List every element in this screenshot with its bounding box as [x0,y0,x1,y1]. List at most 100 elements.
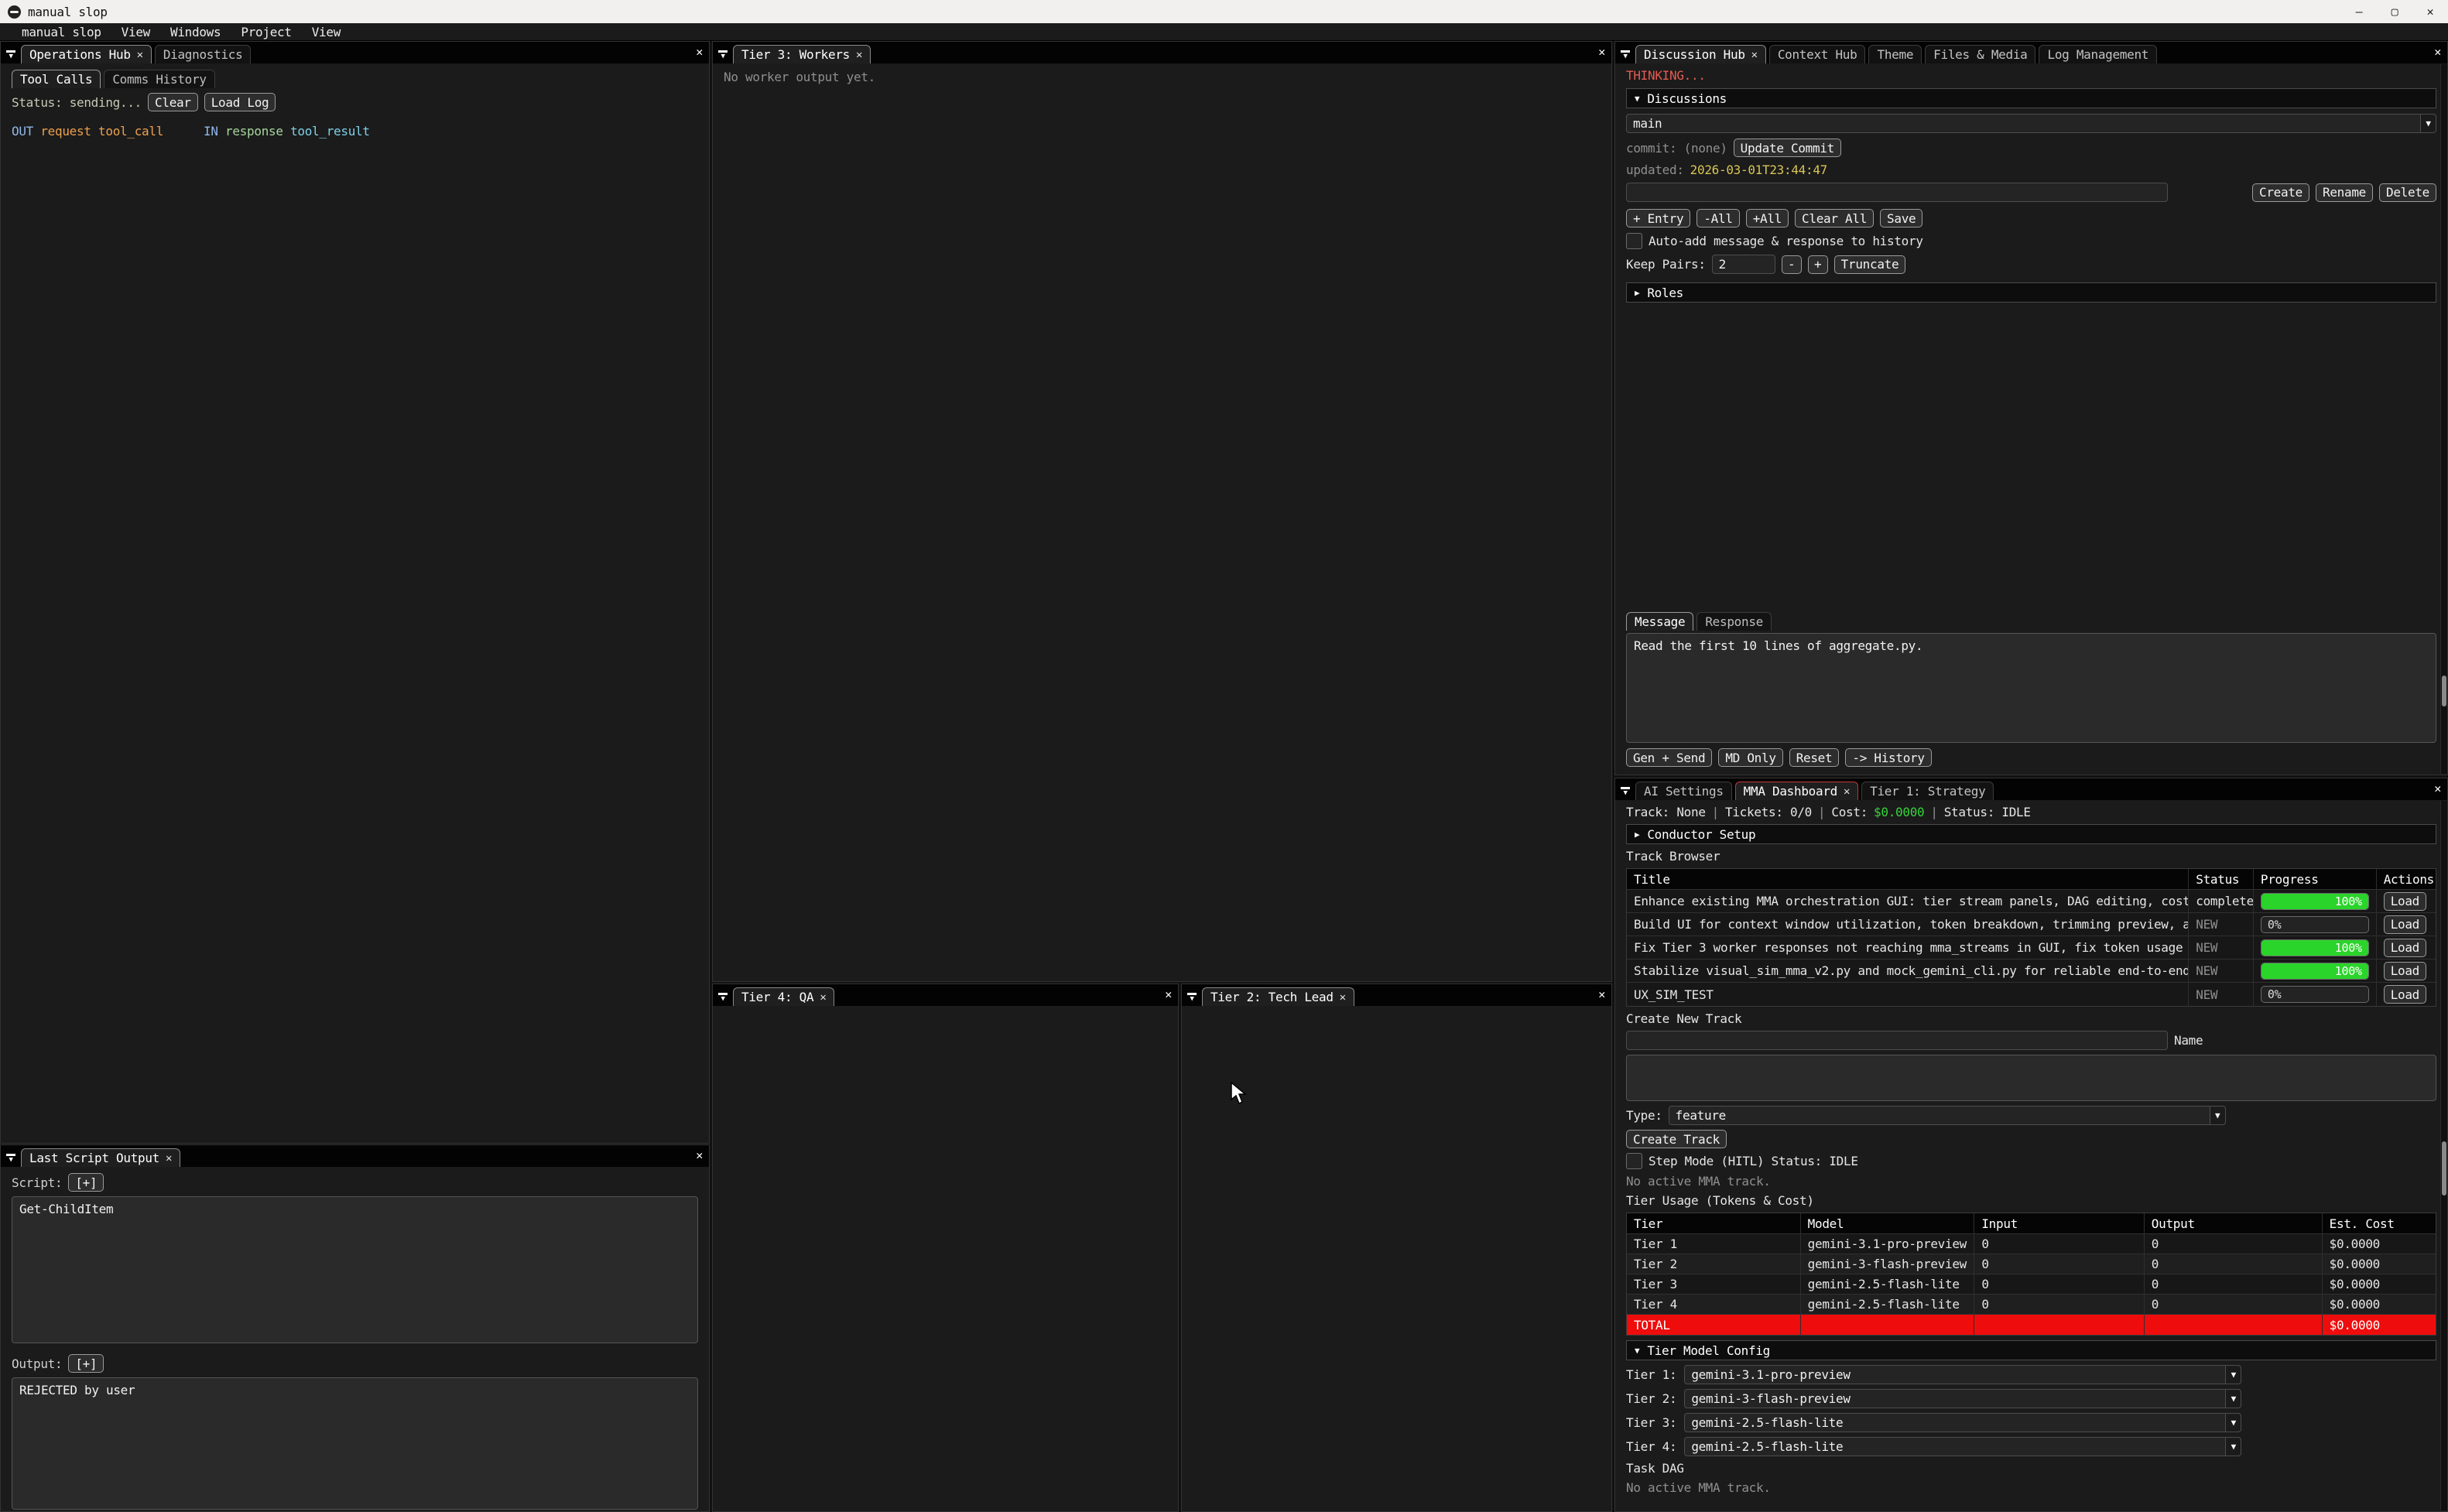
tier4-model-select[interactable]: gemini-2.5-flash-lite▼ [1684,1437,2241,1456]
create-track-button[interactable]: Create Track [1626,1130,1727,1148]
close-icon[interactable]: ✕ [1598,45,1605,59]
tab-tier1-strategy[interactable]: Tier 1: Strategy [1861,782,1994,800]
tier3-model-select[interactable]: gemini-2.5-flash-lite▼ [1684,1413,2241,1432]
panel-menu-icon[interactable]: ▼ [1,1150,21,1167]
close-icon[interactable]: ✕ [1165,987,1172,1001]
subtab-response[interactable]: Response [1696,612,1772,631]
tier-model-config-header[interactable]: ▼ Tier Model Config [1626,1340,2436,1360]
close-icon[interactable]: ✕ [1844,785,1850,798]
discussion-scrollbar[interactable] [2440,64,2447,774]
to-history-button[interactable]: -> History [1845,748,1931,767]
tab-tier2-tech-lead[interactable]: Tier 2: Tech Lead ✕ [1202,987,1354,1006]
tab-files-media[interactable]: Files & Media [1925,45,2035,63]
scrollbar-thumb[interactable] [2442,676,2446,706]
keep-pairs-input[interactable]: 2 [1712,255,1775,274]
gen-send-button[interactable]: Gen + Send [1626,748,1712,767]
tab-tier4-qa[interactable]: Tier 4: QA ✕ [733,987,834,1006]
discussion-name-input[interactable] [1626,183,2168,202]
tab-ai-settings[interactable]: AI Settings [1635,782,1732,800]
roles-header[interactable]: ▶ Roles [1626,282,2436,303]
script-textarea[interactable]: Get-ChildItem [12,1196,698,1343]
load-track-button[interactable]: Load [2384,962,2426,980]
tab-tier3-workers[interactable]: Tier 3: Workers ✕ [733,45,871,63]
maximize-button[interactable]: ▢ [2377,0,2412,23]
close-icon[interactable]: ✕ [1751,49,1758,61]
expand-all-button[interactable]: +All [1746,209,1789,227]
keep-pairs-plus-button[interactable]: + [1808,255,1828,274]
load-track-button[interactable]: Load [2384,939,2426,957]
close-icon[interactable]: ✕ [166,1152,172,1165]
create-button[interactable]: Create [2252,183,2309,202]
script-expand-button[interactable]: [+] [68,1173,104,1192]
reset-button[interactable]: Reset [1789,748,1840,767]
collapse-all-button[interactable]: -All [1696,209,1739,227]
subtab-comms-history[interactable]: Comms History [104,70,214,88]
panel-menu-icon[interactable]: ▼ [713,46,733,63]
tab-operations-hub[interactable]: Operations Hub ✕ [21,45,152,63]
panel-menu-icon[interactable]: ▼ [1,46,21,63]
close-icon[interactable]: ✕ [1340,991,1346,1004]
close-icon[interactable]: ✕ [137,49,143,61]
track-name-input[interactable] [1626,1031,2168,1050]
mma-scrollbar[interactable] [2440,801,2447,1510]
conductor-setup-header[interactable]: ▶ Conductor Setup [1626,824,2436,844]
tab-theme[interactable]: Theme [1868,45,1922,63]
output-textarea[interactable]: REJECTED by user [12,1377,698,1510]
track-row: Build UI for context window utilization,… [1627,913,2436,936]
close-icon[interactable]: ✕ [696,1148,703,1162]
tier2-tech-lead-panel: ▼ Tier 2: Tech Lead ✕ ✕ [1181,983,1612,1512]
tab-context-hub[interactable]: Context Hub [1769,45,1866,63]
close-icon[interactable]: ✕ [856,49,862,61]
tab-discussion-hub[interactable]: Discussion Hub ✕ [1635,45,1766,63]
load-track-button[interactable]: Load [2384,892,2426,911]
minimize-button[interactable]: — [2341,0,2377,23]
tool-call-log-row[interactable]: OUT request tool_call IN response tool_r… [1,118,709,145]
tier2-model-select[interactable]: gemini-3-flash-preview▼ [1684,1389,2241,1408]
close-icon[interactable]: ✕ [1598,987,1605,1001]
truncate-button[interactable]: Truncate [1834,255,1906,274]
panel-menu-icon[interactable]: ▼ [1615,783,1635,800]
clear-button[interactable]: Clear [148,93,198,111]
panel-menu-icon[interactable]: ▼ [1615,46,1635,63]
output-expand-button[interactable]: [+] [68,1354,104,1373]
md-only-button[interactable]: MD Only [1718,748,1782,767]
load-track-button[interactable]: Load [2384,985,2426,1004]
load-track-button[interactable]: Load [2384,915,2426,934]
close-icon[interactable]: ✕ [696,45,703,59]
tier1-model-select[interactable]: gemini-3.1-pro-preview▼ [1684,1365,2241,1384]
update-commit-button[interactable]: Update Commit [1734,139,1841,157]
autoadd-checkbox[interactable] [1626,233,1642,249]
close-icon[interactable]: ✕ [820,991,826,1004]
add-entry-button[interactable]: + Entry [1626,209,1690,227]
delete-button[interactable]: Delete [2379,183,2436,202]
track-description-textarea[interactable] [1626,1055,2436,1101]
discussions-header[interactable]: ▼ Discussions [1626,88,2436,108]
load-log-button[interactable]: Load Log [204,93,276,111]
menu-item-view-2[interactable]: View [312,25,341,39]
close-icon[interactable]: ✕ [2434,45,2441,59]
tab-log-management[interactable]: Log Management [2039,45,2157,63]
menu-item-manual-slop[interactable]: manual slop [22,25,101,39]
tab-mma-dashboard[interactable]: MMA Dashboard ✕ [1735,782,1858,800]
step-mode-checkbox[interactable] [1626,1153,1642,1169]
menu-item-project[interactable]: Project [241,25,291,39]
menu-item-windows[interactable]: Windows [170,25,221,39]
discussion-select[interactable]: main ▼ [1626,114,2436,133]
rename-button[interactable]: Rename [2316,183,2373,202]
scrollbar-thumb[interactable] [2442,1141,2446,1196]
close-button[interactable]: ✕ [2412,0,2448,23]
menu-item-view[interactable]: View [122,25,150,39]
save-button[interactable]: Save [1880,209,1922,227]
subtab-tool-calls[interactable]: Tool Calls [12,70,101,88]
tab-diagnostics[interactable]: Diagnostics [155,45,252,63]
last-script-tabbar: ▼ Last Script Output ✕ ✕ [1,1145,709,1167]
tab-last-script-output[interactable]: Last Script Output ✕ [21,1148,180,1167]
panel-menu-icon[interactable]: ▼ [713,989,733,1006]
clear-all-button[interactable]: Clear All [1795,209,1874,227]
subtab-message[interactable]: Message [1626,612,1693,631]
keep-pairs-minus-button[interactable]: - [1782,255,1802,274]
track-type-select[interactable]: feature ▼ [1669,1106,2226,1125]
panel-menu-icon[interactable]: ▼ [1182,989,1202,1006]
close-icon[interactable]: ✕ [2434,782,2441,795]
message-textarea[interactable]: Read the first 10 lines of aggregate.py. [1626,633,2436,743]
